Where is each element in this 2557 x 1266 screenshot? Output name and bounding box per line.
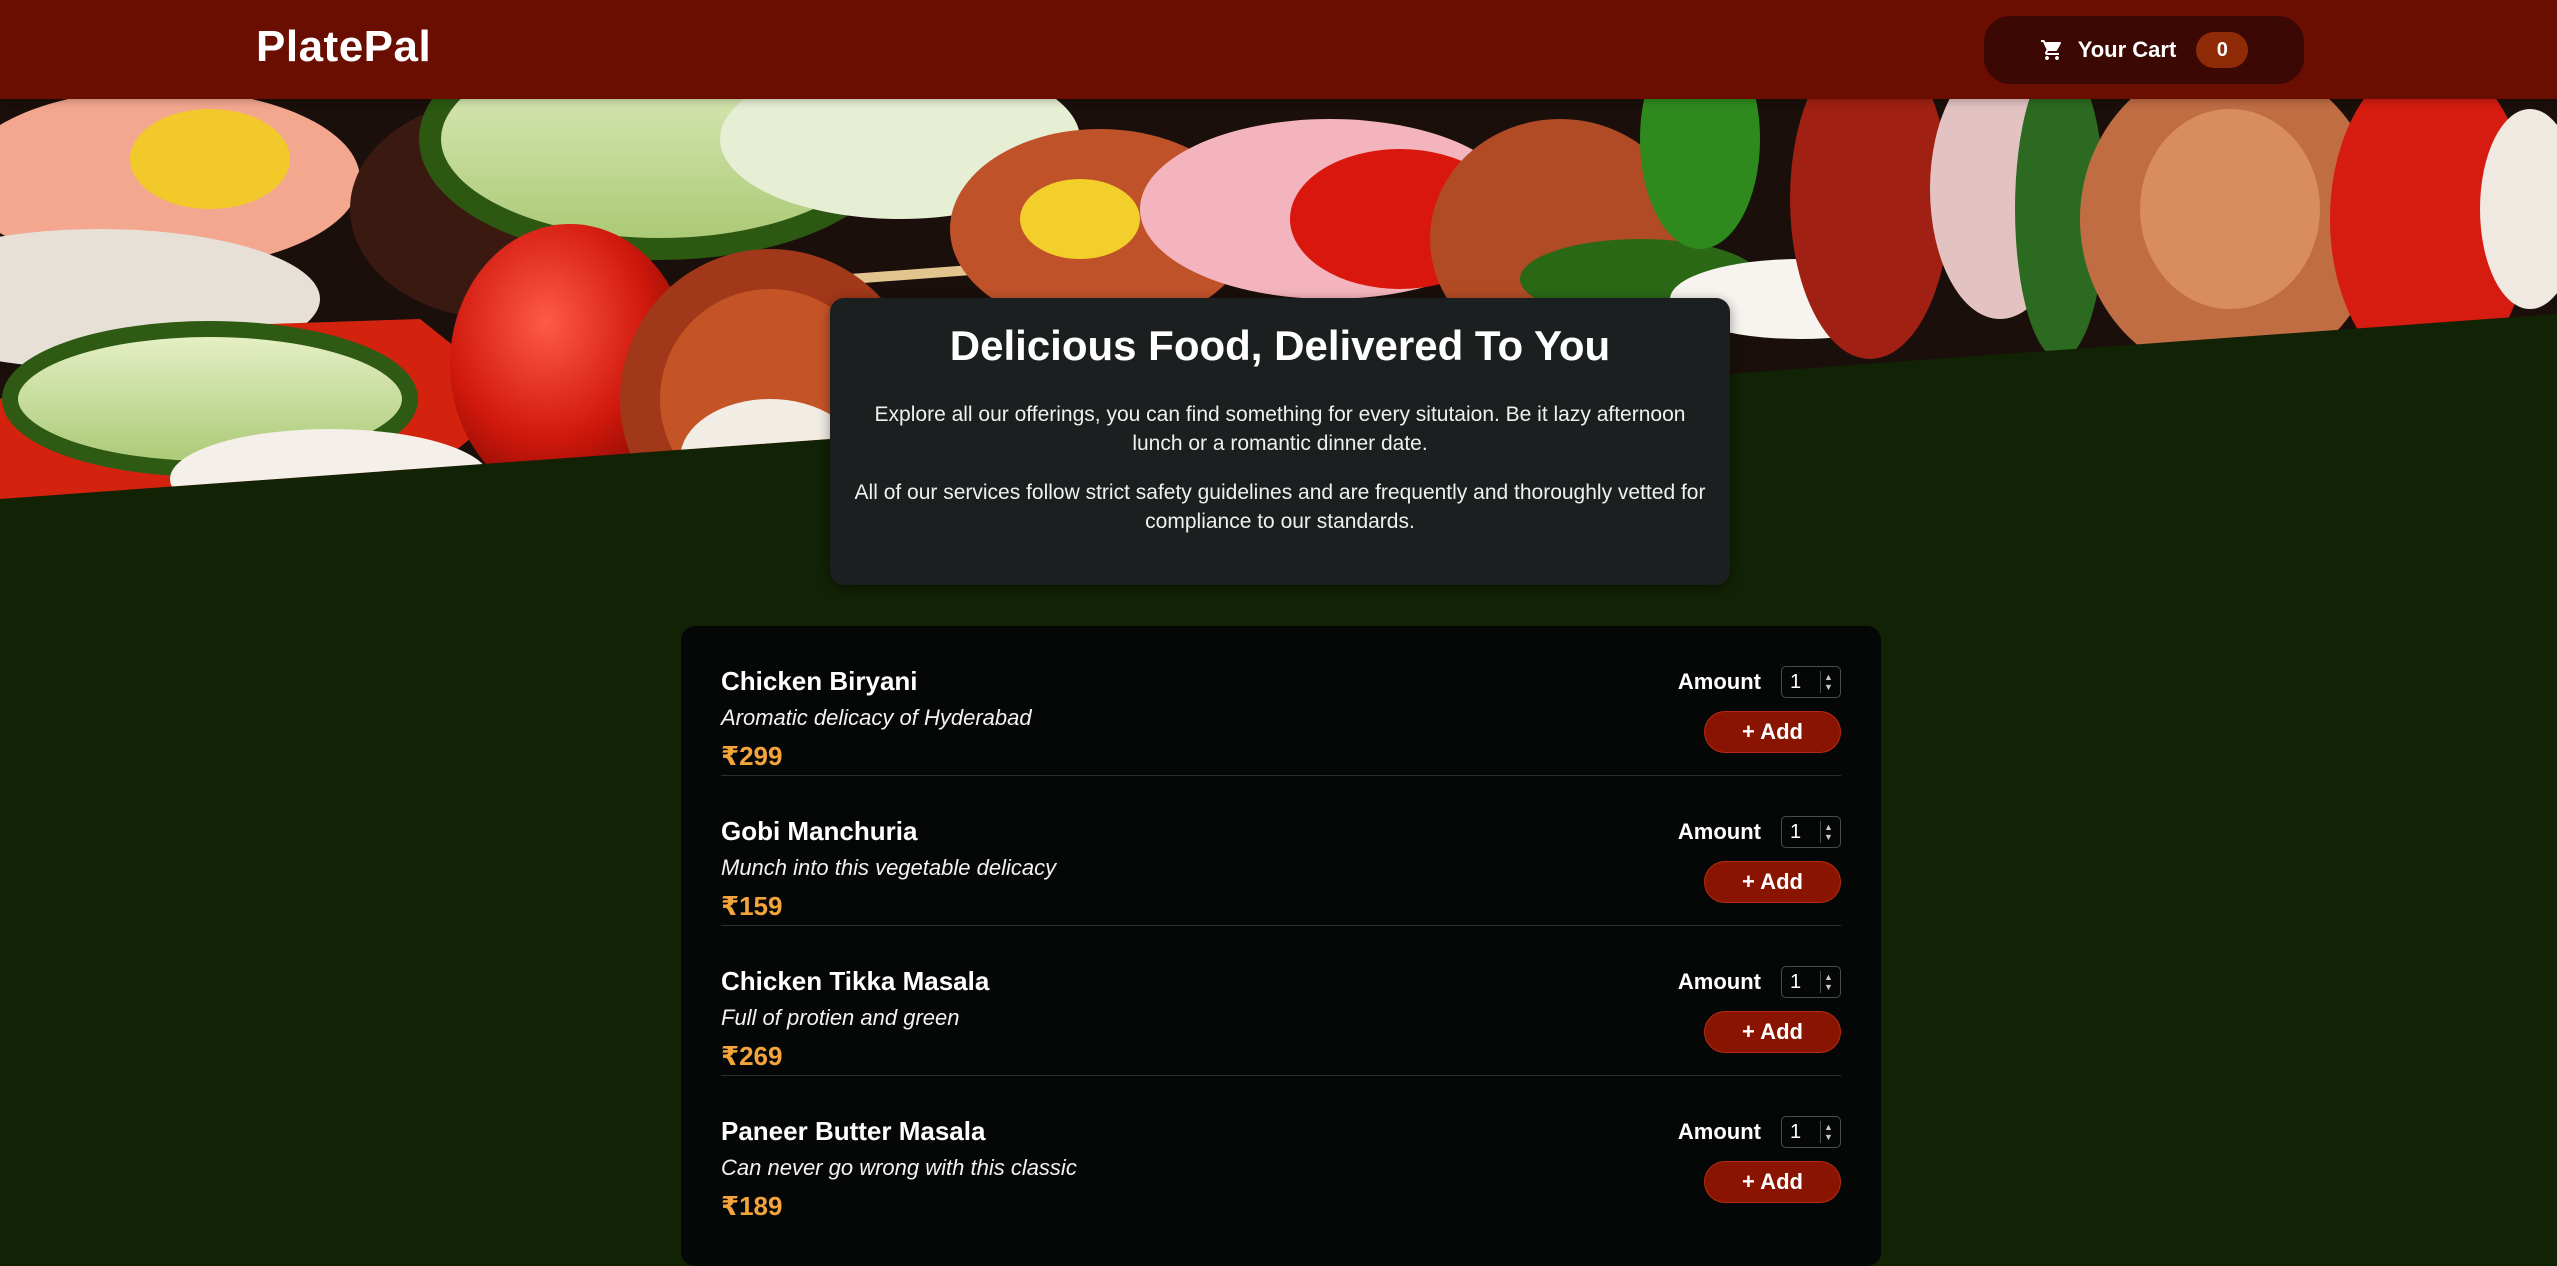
meal-item-gobi-manchuria: Gobi Manchuria Munch into this vegetable… — [721, 776, 1841, 926]
main-header: PlatePal Your Cart 0 — [0, 0, 2557, 99]
meal-price: ₹189 — [721, 1191, 783, 1221]
meal-name: Paneer Butter Masala — [721, 1116, 986, 1146]
meal-item-chicken-biryani: Chicken Biryani Aromatic delicacy of Hyd… — [721, 626, 1841, 776]
meal-name: Chicken Biryani — [721, 666, 918, 696]
amount-label: Amount — [1677, 669, 1761, 694]
shopping-cart-icon — [2040, 38, 2064, 62]
cart-label: Your Cart — [2077, 37, 2177, 62]
amount-spinner-icon[interactable]: ▲ ▼ — [1820, 1121, 1836, 1143]
amount-spinner-icon[interactable]: ▲ ▼ — [1820, 671, 1836, 693]
summary-paragraph-offerings: Explore all our offerings, you can find … — [874, 403, 1686, 455]
meals-list: Chicken Biryani Aromatic delicacy of Hyd… — [681, 626, 1881, 1266]
amount-control: Amount 1 ▲ ▼ — [1678, 666, 1841, 698]
amount-label: Amount — [1677, 1119, 1761, 1144]
cart-button[interactable]: Your Cart 0 — [1984, 16, 2304, 84]
amount-value: 1 — [1790, 670, 1802, 693]
add-to-cart-button[interactable]: + Add — [1704, 861, 1841, 903]
meal-name: Gobi Manchuria — [721, 816, 918, 846]
meal-description: Munch into this vegetable delicacy — [721, 855, 1057, 880]
add-to-cart-button[interactable]: + Add — [1704, 1161, 1841, 1203]
amount-input[interactable]: 1 ▲ ▼ — [1781, 966, 1841, 998]
brand-logo[interactable]: PlatePal — [256, 22, 431, 72]
amount-spinner-icon[interactable]: ▲ ▼ — [1820, 971, 1836, 993]
amount-control: Amount 1 ▲ ▼ — [1678, 966, 1841, 998]
add-to-cart-button[interactable]: + Add — [1704, 711, 1841, 753]
amount-control: Amount 1 ▲ ▼ — [1678, 1116, 1841, 1148]
meal-description: Aromatic delicacy of Hyderabad — [721, 705, 1032, 730]
amount-value: 1 — [1790, 820, 1802, 843]
meal-description: Full of protien and green — [721, 1005, 960, 1030]
meal-price: ₹299 — [721, 741, 783, 771]
cart-count-badge: 0 — [2196, 32, 2249, 68]
amount-value: 1 — [1790, 1120, 1802, 1143]
amount-control: Amount 1 ▲ ▼ — [1678, 816, 1841, 848]
amount-spinner-icon[interactable]: ▲ ▼ — [1820, 821, 1836, 843]
amount-input[interactable]: 1 ▲ ▼ — [1781, 1116, 1841, 1148]
amount-label: Amount — [1677, 819, 1761, 844]
meal-item-paneer-butter-masala: Paneer Butter Masala Can never go wrong … — [721, 1076, 1841, 1226]
amount-value: 1 — [1790, 970, 1802, 993]
meal-name: Chicken Tikka Masala — [721, 966, 990, 996]
meal-description: Can never go wrong with this classic — [721, 1155, 1077, 1180]
meal-price: ₹269 — [721, 1041, 783, 1071]
amount-label: Amount — [1677, 969, 1761, 994]
amount-input[interactable]: 1 ▲ ▼ — [1781, 666, 1841, 698]
summary-card: Delicious Food, Delivered To You Explore… — [830, 298, 1730, 585]
amount-input[interactable]: 1 ▲ ▼ — [1781, 816, 1841, 848]
meal-item-chicken-tikka-masala: Chicken Tikka Masala Full of protien and… — [721, 926, 1841, 1076]
summary-paragraph-safety: All of our services follow strict safety… — [854, 481, 1706, 533]
meal-price: ₹159 — [721, 891, 783, 921]
summary-title: Delicious Food, Delivered To You — [949, 322, 1611, 369]
add-to-cart-button[interactable]: + Add — [1704, 1011, 1841, 1053]
